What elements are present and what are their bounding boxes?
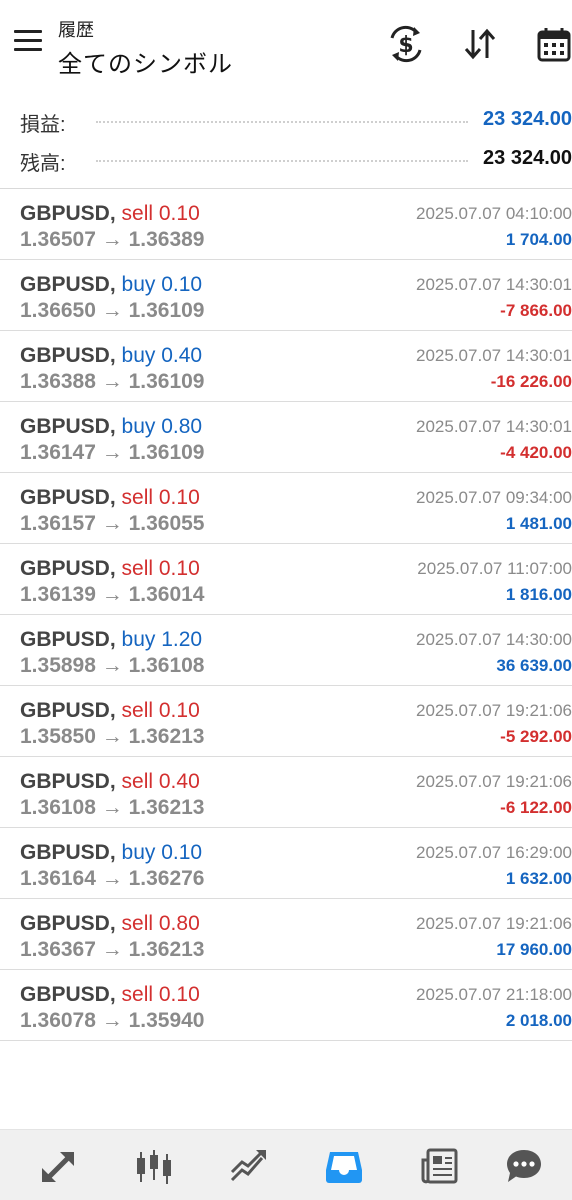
trade-profit: -5 292.00 bbox=[500, 727, 572, 746]
trade-icon[interactable] bbox=[228, 1146, 268, 1186]
trade-side: buy 0.80 bbox=[121, 415, 203, 438]
trade-time: 2025.07.07 04:10:00 bbox=[416, 204, 572, 223]
trade-row[interactable]: GBPUSD, sell 0.10 1.35850 → 1.36213 2025… bbox=[0, 686, 572, 757]
trade-time: 2025.07.07 19:21:06 bbox=[416, 772, 572, 791]
trade-profit: -6 122.00 bbox=[500, 798, 572, 817]
chat-icon[interactable] bbox=[504, 1146, 544, 1186]
trade-row[interactable]: GBPUSD, sell 0.10 1.36157 → 1.36055 2025… bbox=[0, 473, 572, 544]
trade-time: 2025.07.07 14:30:01 bbox=[416, 417, 572, 436]
history-icon[interactable] bbox=[324, 1146, 364, 1186]
balance-label: 残高: bbox=[20, 153, 66, 175]
trade-prices: 1.36139 → 1.36014 bbox=[20, 583, 205, 606]
trade-prices: 1.36388 → 1.36109 bbox=[20, 370, 205, 393]
trade-symbol: GBPUSD, bbox=[20, 486, 116, 509]
trade-row[interactable]: GBPUSD, buy 1.20 1.35898 → 1.36108 2025.… bbox=[0, 615, 572, 686]
trade-profit: 1 704.00 bbox=[505, 230, 572, 249]
dotted-leader bbox=[96, 121, 468, 123]
trade-prices: 1.36078 → 1.35940 bbox=[20, 1009, 205, 1032]
trade-profit: 1 816.00 bbox=[505, 585, 572, 604]
trade-time: 2025.07.07 14:30:00 bbox=[416, 630, 572, 649]
trade-side: sell 0.10 bbox=[121, 557, 200, 580]
trade-symbol: GBPUSD, bbox=[20, 770, 116, 793]
trade-symbol: GBPUSD, bbox=[20, 344, 116, 367]
trade-side: buy 0.10 bbox=[121, 273, 203, 296]
trade-row[interactable]: GBPUSD, buy 0.10 1.36650 → 1.36109 2025.… bbox=[0, 260, 572, 331]
trade-profit: 36 639.00 bbox=[496, 656, 572, 675]
trade-symbol: GBPUSD, bbox=[20, 699, 116, 722]
trade-side: buy 1.20 bbox=[121, 628, 203, 651]
trade-row[interactable]: GBPUSD, sell 0.10 1.36078 → 1.35940 2025… bbox=[0, 970, 572, 1041]
trade-row[interactable]: GBPUSD, buy 0.40 1.36388 → 1.36109 2025.… bbox=[0, 331, 572, 402]
trade-side: sell 0.40 bbox=[121, 770, 200, 793]
trade-symbol: GBPUSD, bbox=[20, 983, 116, 1006]
trade-time: 2025.07.07 09:34:00 bbox=[416, 488, 572, 507]
trade-row[interactable]: GBPUSD, sell 0.10 1.36139 → 1.36014 2025… bbox=[0, 544, 572, 615]
trade-time: 2025.07.07 21:18:00 bbox=[416, 985, 572, 1004]
trade-symbol: GBPUSD, bbox=[20, 202, 116, 225]
profit-summary: 損益: 23 324.00 bbox=[0, 104, 572, 140]
trade-side: buy 0.10 bbox=[121, 841, 203, 864]
currency-exchange-icon[interactable]: $ bbox=[386, 24, 426, 64]
dotted-leader bbox=[96, 160, 468, 162]
trade-symbol: GBPUSD, bbox=[20, 415, 116, 438]
trade-symbol: GBPUSD, bbox=[20, 557, 116, 580]
trade-side: sell 0.80 bbox=[121, 912, 200, 935]
trade-row[interactable]: GBPUSD, sell 0.10 1.36507 → 1.36389 2025… bbox=[0, 189, 572, 260]
trade-time: 2025.07.07 19:21:06 bbox=[416, 914, 572, 933]
trade-prices: 1.35850 → 1.36213 bbox=[20, 725, 205, 748]
trade-history-list: GBPUSD, sell 0.10 1.36507 → 1.36389 2025… bbox=[0, 189, 572, 1041]
trade-side: sell 0.10 bbox=[121, 983, 200, 1006]
profit-label: 損益: bbox=[20, 114, 66, 136]
trade-profit: 1 481.00 bbox=[505, 514, 572, 533]
balance-value: 23 324.00 bbox=[483, 147, 572, 169]
trade-time: 2025.07.07 11:07:00 bbox=[417, 559, 572, 578]
chart-icon[interactable] bbox=[134, 1146, 174, 1186]
trade-profit: -7 866.00 bbox=[500, 301, 572, 320]
calendar-icon[interactable] bbox=[534, 24, 572, 64]
trade-time: 2025.07.07 19:21:06 bbox=[416, 701, 572, 720]
trade-side: sell 0.10 bbox=[121, 699, 200, 722]
trade-symbol: GBPUSD, bbox=[20, 841, 116, 864]
trade-profit: -4 420.00 bbox=[500, 443, 572, 462]
page-title[interactable]: 全てのシンボル bbox=[58, 44, 233, 79]
trade-profit: 17 960.00 bbox=[496, 940, 572, 959]
trade-row[interactable]: GBPUSD, buy 0.10 1.36164 → 1.36276 2025.… bbox=[0, 828, 572, 899]
trade-prices: 1.36157 → 1.36055 bbox=[20, 512, 205, 535]
trade-profit: 1 632.00 bbox=[505, 869, 572, 888]
trade-time: 2025.07.07 14:30:01 bbox=[416, 346, 572, 365]
trade-profit: 2 018.00 bbox=[505, 1011, 572, 1030]
app-header: 履歴 全てのシンボル $ bbox=[0, 0, 572, 88]
trade-side: sell 0.10 bbox=[121, 486, 200, 509]
trade-prices: 1.36108 → 1.36213 bbox=[20, 796, 205, 819]
trade-symbol: GBPUSD, bbox=[20, 273, 116, 296]
trade-symbol: GBPUSD, bbox=[20, 912, 116, 935]
trade-side: buy 0.40 bbox=[121, 344, 203, 367]
balance-summary: 残高: 23 324.00 bbox=[0, 143, 572, 179]
trade-row[interactable]: GBPUSD, sell 0.40 1.36108 → 1.36213 2025… bbox=[0, 757, 572, 828]
trade-prices: 1.36164 → 1.36276 bbox=[20, 867, 205, 890]
trade-time: 2025.07.07 16:29:00 bbox=[416, 843, 572, 862]
bottom-navigation bbox=[0, 1129, 572, 1200]
trade-row[interactable]: GBPUSD, buy 0.80 1.36147 → 1.36109 2025.… bbox=[0, 402, 572, 473]
page-subtitle: 履歴 bbox=[58, 20, 94, 40]
svg-text:$: $ bbox=[398, 33, 413, 58]
trade-prices: 1.35898 → 1.36108 bbox=[20, 654, 205, 677]
trade-prices: 1.36147 → 1.36109 bbox=[20, 441, 205, 464]
trade-prices: 1.36507 → 1.36389 bbox=[20, 228, 205, 251]
trade-symbol: GBPUSD, bbox=[20, 628, 116, 651]
profit-value: 23 324.00 bbox=[483, 108, 572, 130]
trade-prices: 1.36650 → 1.36109 bbox=[20, 299, 205, 322]
trade-profit: -16 226.00 bbox=[490, 372, 572, 391]
menu-icon[interactable] bbox=[14, 30, 42, 54]
trade-side: sell 0.10 bbox=[121, 202, 200, 225]
sort-icon[interactable] bbox=[460, 24, 500, 64]
quotes-icon[interactable] bbox=[38, 1146, 78, 1186]
trade-prices: 1.36367 → 1.36213 bbox=[20, 938, 205, 961]
trade-time: 2025.07.07 14:30:01 bbox=[416, 275, 572, 294]
news-icon[interactable] bbox=[420, 1146, 460, 1186]
trade-row[interactable]: GBPUSD, sell 0.80 1.36367 → 1.36213 2025… bbox=[0, 899, 572, 970]
